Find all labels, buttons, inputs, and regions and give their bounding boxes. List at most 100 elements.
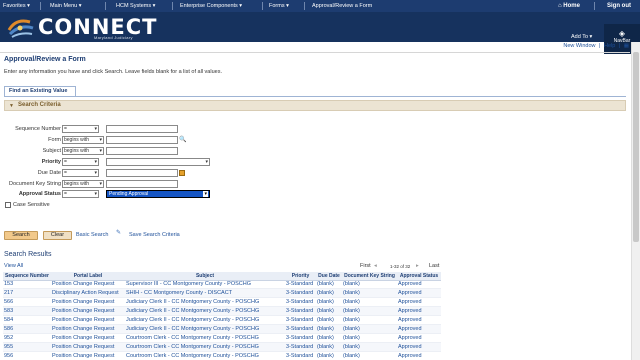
portal-label-cell[interactable]: Position Change Request (51, 351, 125, 360)
table-row[interactable]: 583 Position Change Request Judiciary Cler… (3, 306, 441, 317)
menu-enterprise-components[interactable]: Enterprise Components ▾ (177, 0, 242, 12)
due-date-cell[interactable]: (blank) (316, 342, 342, 352)
approval-status-cell[interactable]: Approved (397, 333, 441, 343)
sequence-cell[interactable]: 153 (3, 280, 51, 290)
pager-first-link[interactable]: First (360, 263, 371, 269)
column-header-priority[interactable]: Priority (285, 272, 316, 281)
priority-operator-select[interactable]: = ▾ (62, 158, 99, 166)
sequence-cell[interactable]: 566 (3, 297, 51, 308)
portal-label-cell[interactable]: Position Change Request (51, 342, 125, 352)
sequence-cell[interactable]: 955 (3, 342, 51, 352)
document-key-operator-select[interactable]: begins with ▾ (62, 180, 104, 188)
portal-label-cell[interactable]: Position Change Request (51, 306, 125, 317)
table-row[interactable]: 153 Position Change Request Supervisor III… (3, 280, 441, 290)
portal-label-cell[interactable]: Disciplinary Action Request (51, 288, 125, 299)
due-date-cell[interactable]: (blank) (316, 280, 342, 290)
view-all-link[interactable]: View All (4, 263, 23, 269)
search-button[interactable]: Search (4, 231, 38, 240)
home-link[interactable]: ⌂ Home (558, 0, 580, 12)
add-to-menu[interactable]: Add To ▾ (571, 34, 592, 40)
portal-label-cell[interactable]: Position Change Request (51, 324, 125, 334)
pager-prev-icon[interactable]: ◂ (374, 263, 377, 269)
due-date-cell[interactable]: (blank) (316, 288, 342, 299)
help-link[interactable]: Help (604, 43, 615, 49)
document-key-cell[interactable]: (blank) (342, 280, 397, 290)
table-row[interactable]: 217 Disciplinary Action Request SHIH - CC … (3, 288, 441, 299)
clear-button[interactable]: Clear (43, 231, 72, 240)
column-header-document-key[interactable]: Document Key String (342, 272, 397, 281)
document-key-cell[interactable]: (blank) (342, 297, 397, 308)
table-row[interactable]: 955 Position Change Request Courtroom Cler… (3, 342, 441, 352)
new-window-link[interactable]: New Window (563, 43, 595, 49)
subject-cell[interactable]: Judiciary Clerk II - CC Montgomery Count… (125, 324, 285, 334)
connect-logo[interactable]: CONNECT Maryland Judiciary (6, 14, 176, 40)
priority-cell[interactable]: 3-Standard (285, 306, 316, 317)
priority-cell[interactable]: 3-Standard (285, 315, 316, 325)
search-criteria-header[interactable]: ▼ Search Criteria (4, 100, 626, 111)
due-date-cell[interactable]: (blank) (316, 306, 342, 317)
sequence-cell[interactable]: 584 (3, 315, 51, 325)
document-key-cell[interactable]: (blank) (342, 288, 397, 299)
approval-status-cell[interactable]: Approved (397, 342, 441, 352)
portal-label-cell[interactable]: Position Change Request (51, 280, 125, 290)
priority-value-select[interactable]: ▾ (106, 158, 210, 166)
subject-cell[interactable]: Judiciary Clerk II - CC Montgomery Count… (125, 297, 285, 308)
sequence-cell[interactable]: 583 (3, 306, 51, 317)
sequence-cell[interactable]: 956 (3, 351, 51, 360)
table-row[interactable]: 584 Position Change Request Judiciary Cler… (3, 315, 441, 325)
table-row[interactable]: 586 Position Change Request Judiciary Cler… (3, 324, 441, 334)
form-input[interactable] (106, 136, 178, 144)
due-date-cell[interactable]: (blank) (316, 297, 342, 308)
lookup-search-icon[interactable]: 🔍 (179, 136, 186, 143)
due-date-operator-select[interactable]: = ▾ (62, 169, 99, 177)
table-row[interactable]: 956 Position Change Request Courtroom Cler… (3, 351, 441, 360)
subject-operator-select[interactable]: begins with ▾ (62, 147, 104, 155)
portal-label-cell[interactable]: Position Change Request (51, 333, 125, 343)
document-key-input[interactable] (106, 180, 178, 188)
signout-link[interactable]: Sign out (607, 0, 631, 12)
portal-label-cell[interactable]: Position Change Request (51, 297, 125, 308)
document-key-cell[interactable]: (blank) (342, 315, 397, 325)
due-date-cell[interactable]: (blank) (316, 324, 342, 334)
document-key-cell[interactable]: (blank) (342, 306, 397, 317)
calendar-icon[interactable] (179, 170, 185, 176)
table-row[interactable]: 952 Position Change Request Courtroom Cler… (3, 333, 441, 343)
basic-search-link[interactable]: Basic Search (76, 232, 108, 238)
pager-last-link[interactable]: Last (429, 263, 439, 269)
document-key-cell[interactable]: (blank) (342, 342, 397, 352)
menu-forms[interactable]: Forms ▾ (266, 0, 289, 12)
priority-cell[interactable]: 3-Standard (285, 342, 316, 352)
scrollbar-thumb[interactable] (633, 52, 639, 242)
menu-main[interactable]: Main Menu ▾ (47, 0, 82, 12)
column-header-sequence[interactable]: Sequence Number (3, 272, 51, 281)
priority-cell[interactable]: 3-Standard (285, 333, 316, 343)
portal-label-cell[interactable]: Position Change Request (51, 315, 125, 325)
subject-cell[interactable]: Courtroom Clerk - CC Montgomery County -… (125, 342, 285, 352)
priority-cell[interactable]: 3-Standard (285, 297, 316, 308)
approval-status-cell[interactable]: Approved (397, 315, 441, 325)
approval-status-cell[interactable]: Approved (397, 306, 441, 317)
document-key-cell[interactable]: (blank) (342, 351, 397, 360)
priority-cell[interactable]: 3-Standard (285, 324, 316, 334)
case-sensitive-checkbox[interactable] (5, 202, 11, 208)
column-header-approval-status[interactable]: Approval Status (397, 272, 441, 281)
sequence-cell[interactable]: 217 (3, 288, 51, 299)
personalize-icon[interactable]: ▦ (624, 43, 629, 49)
save-search-criteria-link[interactable]: Save Search Criteria (129, 232, 180, 238)
sequence-cell[interactable]: 952 (3, 333, 51, 343)
approval-status-select[interactable]: Pending Approval ▾ (106, 190, 210, 198)
sequence-cell[interactable]: 586 (3, 324, 51, 334)
menu-favorites[interactable]: Favorites ▾ (0, 0, 30, 12)
subject-cell[interactable]: Judiciary Clerk II - CC Montgomery Count… (125, 306, 285, 317)
priority-cell[interactable]: 3-Standard (285, 288, 316, 299)
approval-status-cell[interactable]: Approved (397, 280, 441, 290)
pager-next-icon[interactable]: ▸ (416, 263, 419, 269)
table-row[interactable]: 566 Position Change Request Judiciary Cler… (3, 297, 441, 308)
subject-cell[interactable]: SHIH - CC Montgomery County - DISCACT (125, 288, 285, 299)
sequence-number-input[interactable] (106, 125, 178, 133)
due-date-cell[interactable]: (blank) (316, 351, 342, 360)
column-header-subject[interactable]: Subject (125, 272, 285, 281)
approval-status-cell[interactable]: Approved (397, 351, 441, 360)
due-date-cell[interactable]: (blank) (316, 333, 342, 343)
menu-approval-review[interactable]: Approval/Review a Form (309, 0, 372, 12)
